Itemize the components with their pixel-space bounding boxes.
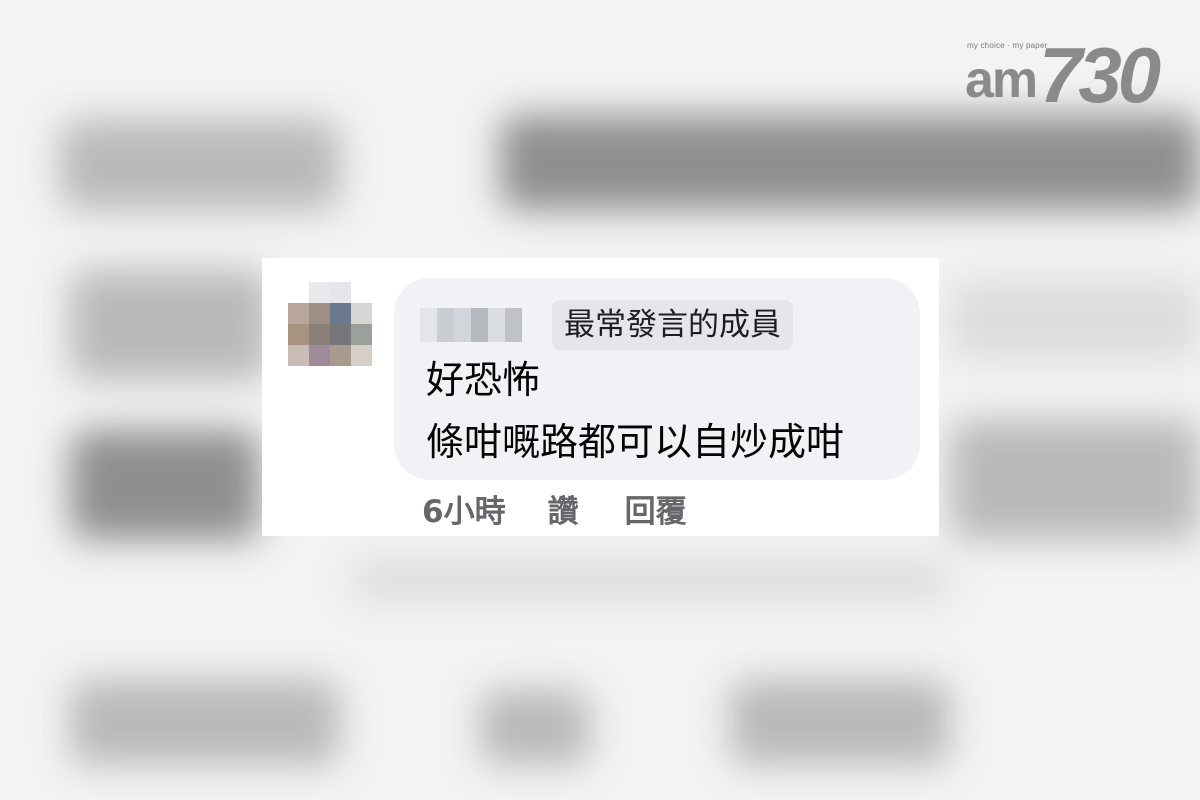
am730-logo: my choice · my paper am 730 bbox=[965, 34, 1161, 114]
avatar[interactable] bbox=[288, 282, 372, 366]
comment-text-line-1: 好恐怖 bbox=[426, 358, 541, 402]
comment-card: 最常發言的成員 好恐怖 條咁嘅路都可以自炒成咁 6小時 讚 回覆 bbox=[262, 258, 939, 536]
author-badge: 最常發言的成員 bbox=[552, 300, 793, 350]
blurred-block bbox=[950, 420, 1200, 540]
blurred-block bbox=[730, 680, 950, 765]
blurred-block bbox=[70, 680, 340, 765]
blurred-block bbox=[480, 690, 590, 765]
author-name-redacted[interactable] bbox=[420, 308, 522, 342]
comment-bubble: 最常發言的成員 好恐怖 條咁嘅路都可以自炒成咁 bbox=[394, 278, 920, 480]
like-button[interactable]: 讚 bbox=[548, 486, 579, 531]
logo-am-text: am bbox=[965, 51, 1038, 109]
blurred-block bbox=[950, 280, 1200, 360]
blurred-block bbox=[70, 270, 270, 380]
logo-slogan: my choice · my paper bbox=[967, 41, 1048, 50]
blurred-block bbox=[70, 430, 260, 540]
blurred-block bbox=[500, 115, 1200, 210]
comment-actions: 6小時 讚 回覆 bbox=[422, 486, 687, 530]
comment-timestamp[interactable]: 6小時 bbox=[422, 486, 506, 531]
comment-text-line-2: 條咁嘅路都可以自炒成咁 bbox=[426, 420, 845, 464]
reply-button[interactable]: 回覆 bbox=[625, 486, 687, 531]
blurred-block bbox=[60, 120, 340, 210]
blurred-block bbox=[350, 560, 950, 600]
logo-number: 730 bbox=[1039, 31, 1161, 119]
